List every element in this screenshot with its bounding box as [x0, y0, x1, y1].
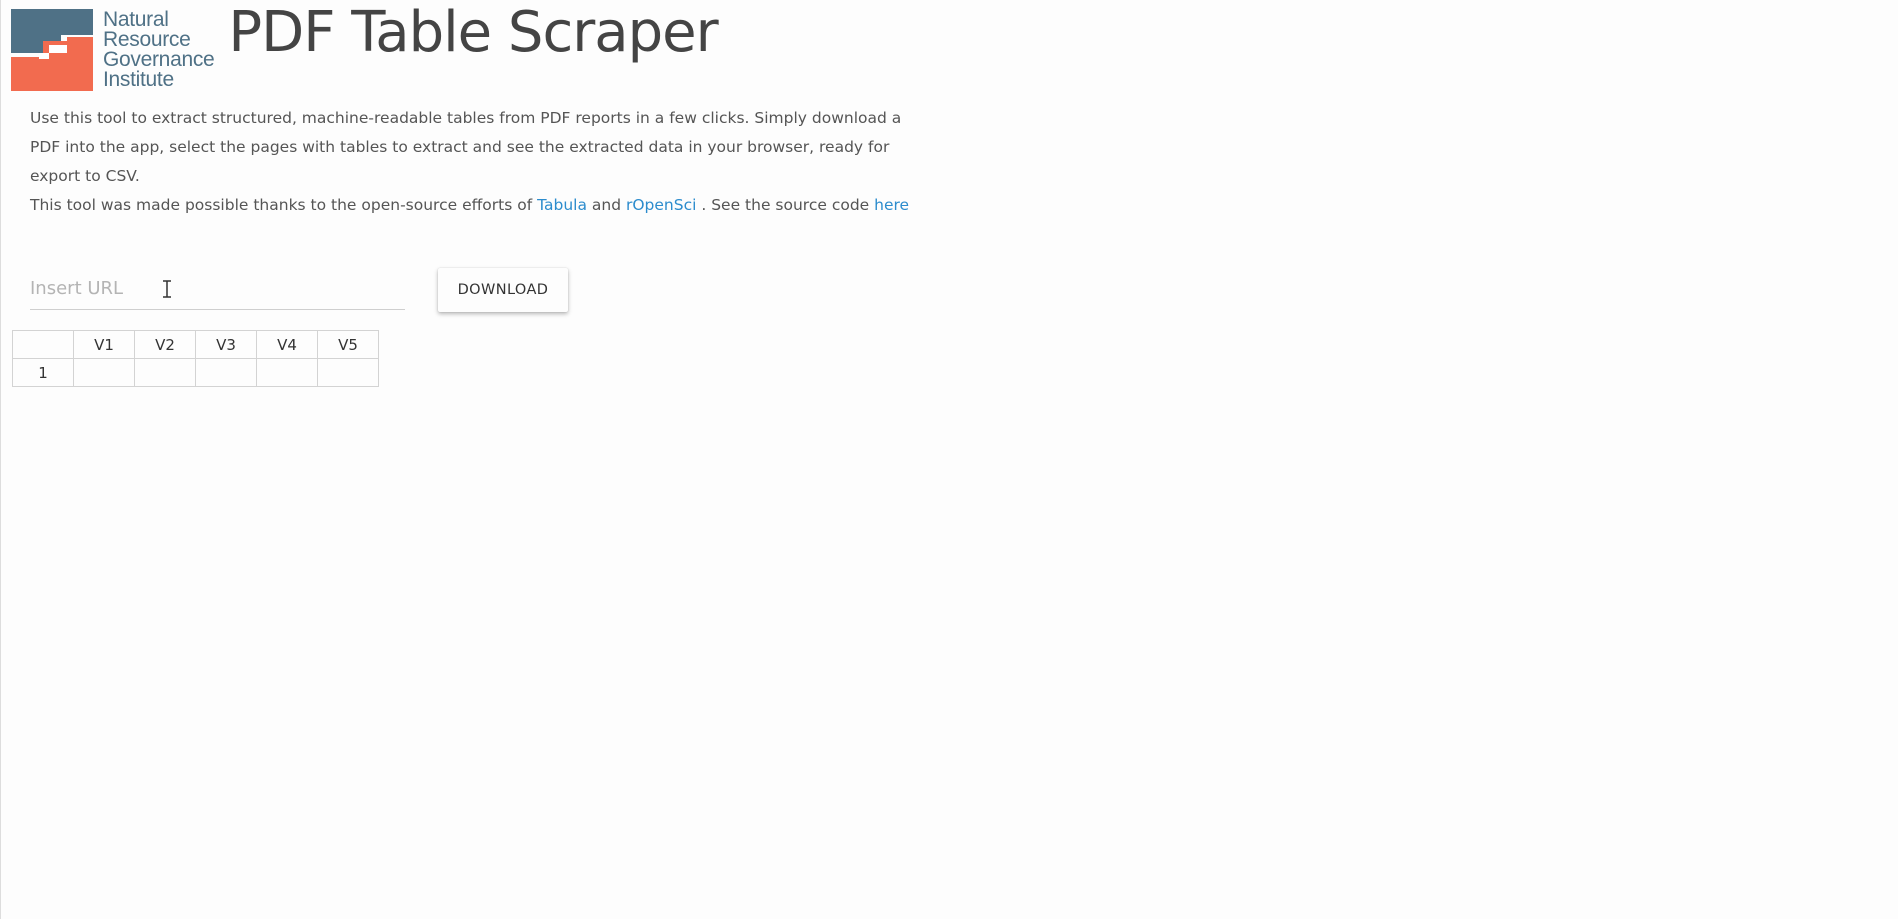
and-text: and: [586, 196, 626, 214]
table-cell[interactable]: [195, 358, 257, 387]
table-cell[interactable]: [73, 358, 135, 387]
source-text: . See the source code: [696, 196, 875, 214]
table-cell[interactable]: [256, 358, 318, 387]
logo-line-4: Institute: [103, 68, 174, 91]
url-input[interactable]: [30, 268, 405, 310]
ropensci-link[interactable]: rOpenSci: [626, 196, 696, 214]
table-header-cell: V3: [195, 330, 257, 359]
table-header-cell: V2: [134, 330, 196, 359]
table-header-row: V1 V2 V3 V4 V5: [12, 330, 379, 359]
header: Natural Resource Governance Institute PD…: [11, 0, 719, 92]
page: Natural Resource Governance Institute PD…: [0, 0, 1898, 919]
table-cell[interactable]: [134, 358, 196, 387]
tabula-link[interactable]: Tabula: [537, 196, 587, 214]
table-cell[interactable]: 1: [12, 358, 74, 387]
table-cell[interactable]: [317, 358, 379, 387]
text-cursor-icon: [163, 280, 171, 298]
logo-line-1: Natural: [103, 8, 169, 31]
table-header-cell: V5: [317, 330, 379, 359]
source-code-link[interactable]: here: [874, 196, 909, 214]
intro-text: Use this tool to extract structured, mac…: [30, 104, 910, 220]
logo-line-2: Resource: [103, 28, 191, 51]
table-header-cell: V4: [256, 330, 318, 359]
intro-paragraph: Use this tool to extract structured, mac…: [30, 109, 902, 185]
table-header-cell: [12, 330, 74, 359]
credits-paragraph: This tool was made possible thanks to th…: [30, 191, 910, 220]
logo-text: Natural Resource Governance Institute: [103, 8, 215, 91]
page-title: PDF Table Scraper: [228, 0, 718, 66]
nrgi-logo-icon: [11, 9, 93, 91]
table-header-cell: V1: [73, 330, 135, 359]
download-button[interactable]: DOWNLOAD: [438, 268, 568, 312]
nrgi-logo: Natural Resource Governance Institute: [11, 8, 215, 91]
logo-line-3: Governance: [103, 48, 215, 71]
credits-prefix: This tool was made possible thanks to th…: [30, 196, 538, 214]
data-table: V1 V2 V3 V4 V5 1: [12, 330, 379, 387]
table-row: 1: [12, 358, 379, 387]
url-form: DOWNLOAD: [30, 268, 568, 312]
